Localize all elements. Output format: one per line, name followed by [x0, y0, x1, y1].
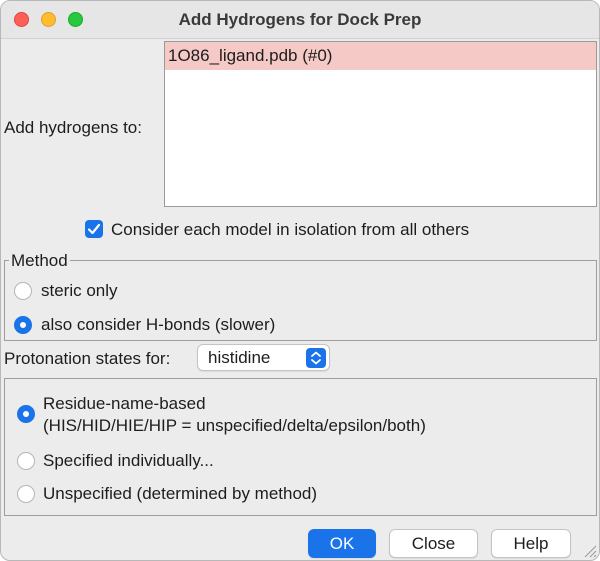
chevron-updown-icon	[306, 348, 326, 368]
select-value: histidine	[208, 348, 271, 367]
radio-steric-only[interactable]	[14, 282, 32, 300]
radio-residue-name-based[interactable]	[17, 405, 35, 423]
residue-name-based-detail: (HIS/HID/HIE/HIP = unspecified/delta/eps…	[43, 416, 426, 435]
model-list[interactable]: 1O86_ligand.pdb (#0)	[164, 41, 597, 207]
list-item[interactable]: 1O86_ligand.pdb (#0)	[165, 42, 596, 70]
steric-only-label[interactable]: steric only	[41, 281, 118, 301]
radio-hbonds[interactable]	[14, 316, 32, 334]
protonation-label: Protonation states for:	[4, 349, 171, 368]
close-button[interactable]: Close	[389, 529, 478, 558]
method-legend: Method	[9, 251, 70, 271]
specified-individually-label[interactable]: Specified individually...	[43, 451, 214, 471]
checkmark-icon	[87, 223, 101, 235]
radio-specified-individually[interactable]	[17, 452, 35, 470]
residue-name-based-label[interactable]: Residue-name-based	[43, 394, 206, 414]
help-button[interactable]: Help	[491, 529, 571, 558]
residue-type-select[interactable]: histidine	[197, 344, 330, 371]
hbonds-label[interactable]: also consider H-bonds (slower)	[41, 315, 275, 335]
unspecified-label[interactable]: Unspecified (determined by method)	[43, 484, 317, 504]
ok-button[interactable]: OK	[308, 529, 376, 558]
title-bar: Add Hydrogens for Dock Prep	[1, 1, 599, 39]
radio-unspecified[interactable]	[17, 485, 35, 503]
add-hydrogens-label: Add hydrogens to:	[4, 118, 142, 137]
dialog-window: Add Hydrogens for Dock Prep Add hydrogen…	[0, 0, 600, 561]
resize-grip-icon[interactable]	[581, 542, 597, 558]
window-title: Add Hydrogens for Dock Prep	[178, 10, 422, 29]
isolation-checkbox[interactable]	[85, 220, 103, 238]
isolation-label[interactable]: Consider each model in isolation from al…	[111, 220, 469, 240]
